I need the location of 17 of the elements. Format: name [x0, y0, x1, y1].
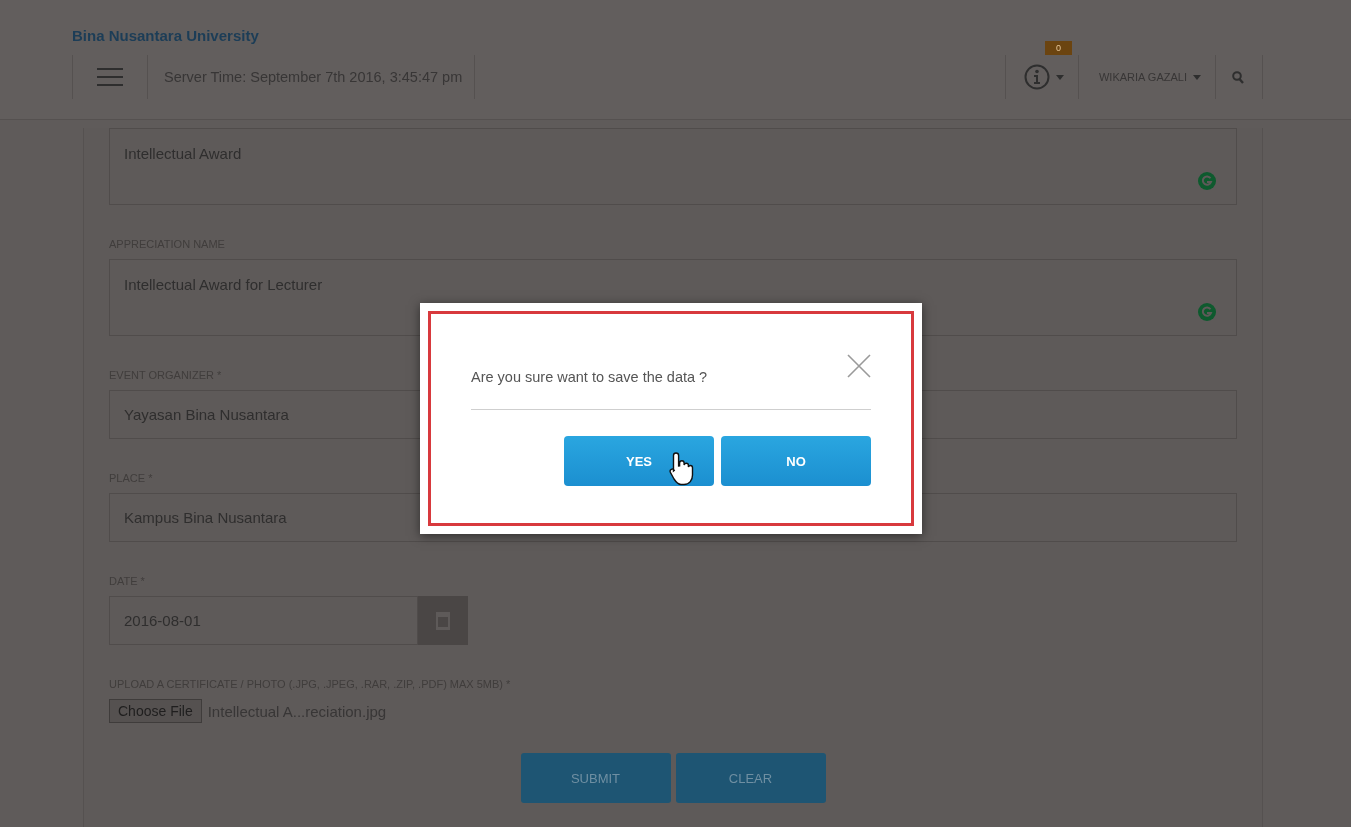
notification-button[interactable]: [1004, 55, 1079, 99]
menu-button[interactable]: [72, 55, 148, 99]
yes-button[interactable]: YES: [564, 436, 714, 486]
notification-badge: 0: [1044, 41, 1072, 55]
close-icon: [847, 354, 871, 378]
info-icon: [1023, 64, 1050, 90]
grammar-check-icon[interactable]: [1198, 172, 1216, 190]
caret-icon: [1055, 74, 1064, 80]
dialog-message: Are you sure want to save the data ?: [471, 369, 708, 385]
no-button[interactable]: NO: [721, 436, 871, 486]
submit-button[interactable]: SUBMIT: [520, 753, 671, 803]
site-title[interactable]: Bina Nusantara University: [72, 0, 1263, 44]
clear-button[interactable]: CLEAR: [675, 753, 826, 803]
menu-icon: [97, 68, 123, 86]
grammar-check-icon[interactable]: [1198, 303, 1216, 321]
caret-icon: [1193, 74, 1201, 80]
search-icon: [1232, 70, 1244, 84]
